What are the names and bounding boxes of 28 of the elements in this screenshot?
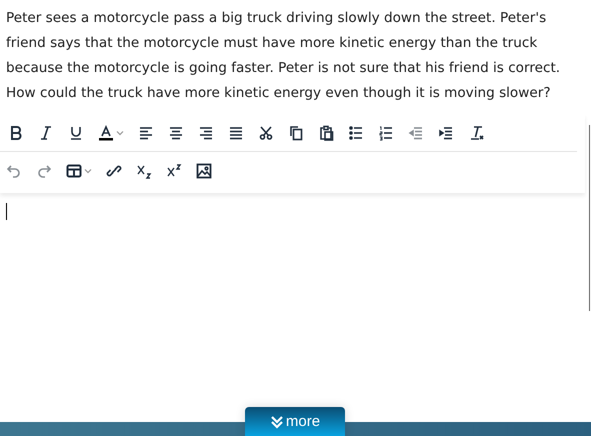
undo-icon bbox=[6, 162, 22, 178]
copy-icon bbox=[288, 124, 304, 140]
image-icon bbox=[196, 162, 212, 178]
table-icon bbox=[66, 162, 82, 178]
double-chevron-icon bbox=[270, 414, 284, 428]
clipboard-icon bbox=[318, 124, 334, 140]
more-button[interactable]: more bbox=[245, 407, 345, 436]
justify-icon bbox=[228, 124, 244, 140]
question-text: Peter sees a motorcycle pass a big truck driving slowly down the street. Peter's friend says that the motorcycle must have more kinetic energy than the truck because the motorcycle is going faster. Peter is not sure that his friend is correct. How could the truck have more kinetic energy even though it is moving slower? bbox=[5, 9, 562, 103]
bold-icon bbox=[8, 124, 24, 140]
font-color-icon bbox=[98, 124, 114, 140]
indent-icon bbox=[438, 124, 454, 140]
align-right-icon bbox=[198, 124, 214, 140]
link-icon bbox=[106, 162, 122, 178]
scissors-icon bbox=[258, 124, 274, 140]
text-cursor bbox=[6, 203, 7, 220]
caret-icon bbox=[116, 128, 124, 136]
caret-icon bbox=[84, 166, 92, 174]
italic-icon bbox=[38, 124, 54, 140]
align-center-icon bbox=[168, 124, 184, 140]
numbered-list-icon bbox=[378, 124, 394, 140]
clear-format-icon bbox=[468, 124, 484, 140]
outdent-icon bbox=[408, 124, 424, 140]
align-left-icon bbox=[138, 124, 154, 140]
bullet-list-icon bbox=[348, 124, 364, 140]
redo-icon bbox=[36, 162, 52, 178]
superscript-icon bbox=[166, 162, 182, 178]
underline-icon bbox=[68, 124, 84, 140]
